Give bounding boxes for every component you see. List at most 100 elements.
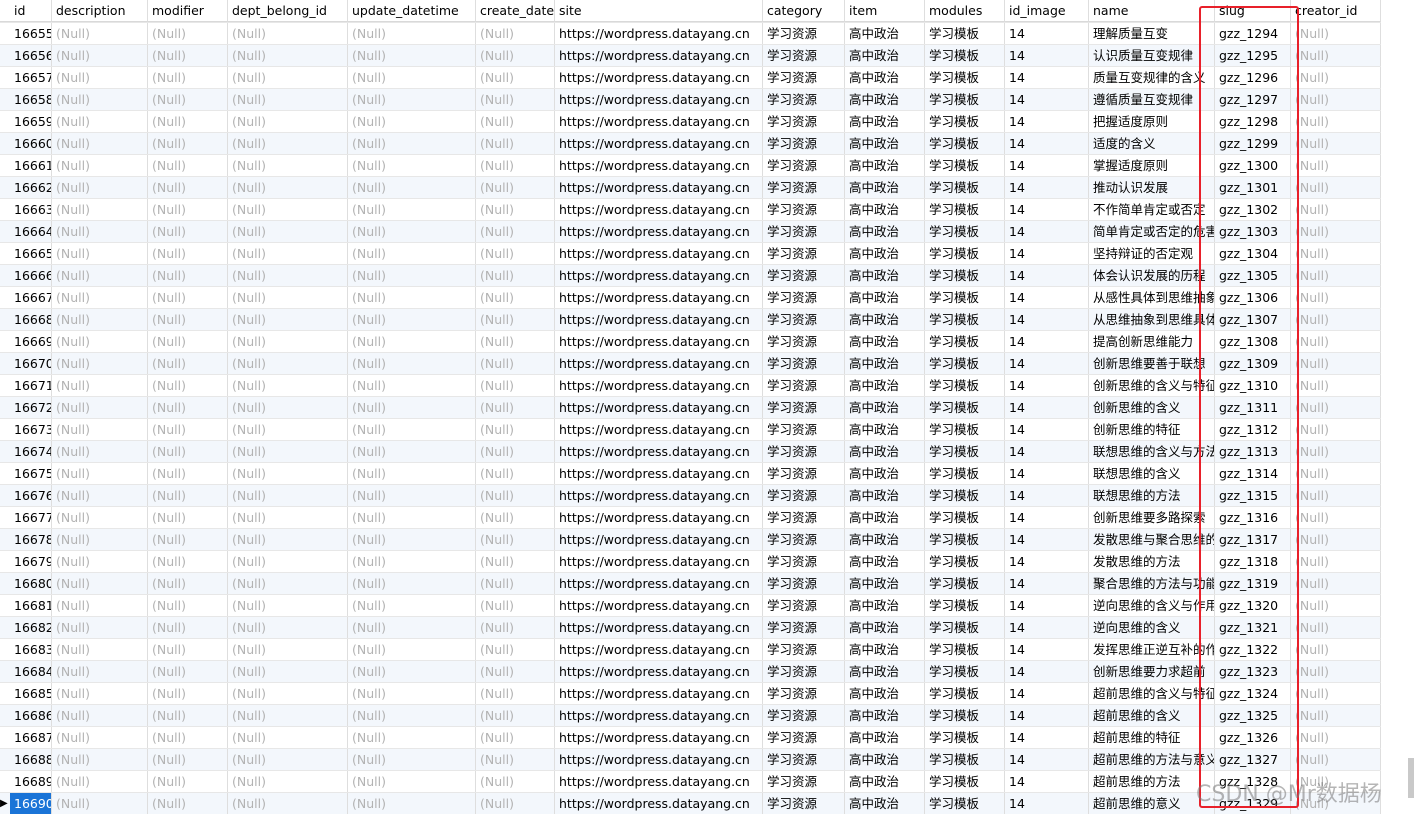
row-indicator[interactable] [0,45,10,66]
cell-item[interactable]: 高中政治 [845,661,925,682]
cell-modules[interactable]: 学习模板 [925,595,1005,616]
cell-id[interactable]: 16662 [10,177,52,198]
col-header-creator-id[interactable]: creator_id [1291,0,1381,22]
row-indicator[interactable] [0,111,10,132]
cell-category[interactable]: 学习资源 [763,331,845,352]
cell-id[interactable]: 16689 [10,771,52,792]
cell-category[interactable]: 学习资源 [763,661,845,682]
cell-name[interactable]: 超前思维的意义 [1089,793,1215,814]
cell-description[interactable]: (Null) [52,639,148,660]
cell-id-image[interactable]: 14 [1005,463,1089,484]
cell-category[interactable]: 学习资源 [763,441,845,462]
cell-name[interactable]: 简单肯定或否定的危害 [1089,221,1215,242]
cell-name[interactable]: 适度的含义 [1089,133,1215,154]
cell-update-datetime[interactable]: (Null) [348,23,476,44]
col-header-update-datetime[interactable]: update_datetime [348,0,476,22]
table-row[interactable]: 16662 (Null) (Null) (Null) (Null) (Null) https… [0,176,1381,198]
cell-name[interactable]: 遵循质量互变规律 [1089,89,1215,110]
table-row[interactable]: 16657 (Null) (Null) (Null) (Null) (Null) https… [0,66,1381,88]
cell-slug[interactable]: gzz_1295 [1215,45,1291,66]
cell-name[interactable]: 联想思维的含义与方法 [1089,441,1215,462]
table-row[interactable]: 16677 (Null) (Null) (Null) (Null) (Null) https… [0,506,1381,528]
cell-description[interactable]: (Null) [52,67,148,88]
cell-modifier[interactable]: (Null) [148,133,228,154]
cell-description[interactable]: (Null) [52,353,148,374]
cell-create-datetime[interactable]: (Null) [476,397,555,418]
cell-description[interactable]: (Null) [52,507,148,528]
cell-site[interactable]: https://wordpress.datayang.cn [555,551,763,572]
row-indicator[interactable] [0,221,10,242]
table-row[interactable]: 16672 (Null) (Null) (Null) (Null) (Null) https… [0,396,1381,418]
cell-description[interactable]: (Null) [52,595,148,616]
cell-site[interactable]: https://wordpress.datayang.cn [555,111,763,132]
cell-slug[interactable]: gzz_1329 [1215,793,1291,814]
cell-slug[interactable]: gzz_1302 [1215,199,1291,220]
cell-dept-belong-id[interactable]: (Null) [228,683,348,704]
cell-create-datetime[interactable]: (Null) [476,617,555,638]
cell-id[interactable]: 16660 [10,133,52,154]
cell-description[interactable]: (Null) [52,705,148,726]
cell-modifier[interactable]: (Null) [148,463,228,484]
cell-id[interactable]: 16674 [10,441,52,462]
cell-creator-id[interactable]: (Null) [1291,441,1381,462]
cell-id-image[interactable]: 14 [1005,155,1089,176]
cell-site[interactable]: https://wordpress.datayang.cn [555,133,763,154]
cell-modifier[interactable]: (Null) [148,265,228,286]
cell-creator-id[interactable]: (Null) [1291,485,1381,506]
cell-update-datetime[interactable]: (Null) [348,661,476,682]
cell-dept-belong-id[interactable]: (Null) [228,177,348,198]
table-row[interactable]: 16659 (Null) (Null) (Null) (Null) (Null) https… [0,110,1381,132]
cell-modules[interactable]: 学习模板 [925,331,1005,352]
cell-update-datetime[interactable]: (Null) [348,353,476,374]
cell-slug[interactable]: gzz_1316 [1215,507,1291,528]
cell-description[interactable]: (Null) [52,397,148,418]
cell-creator-id[interactable]: (Null) [1291,309,1381,330]
cell-id-image[interactable]: 14 [1005,529,1089,550]
cell-description[interactable]: (Null) [52,265,148,286]
cell-update-datetime[interactable]: (Null) [348,265,476,286]
cell-slug[interactable]: gzz_1323 [1215,661,1291,682]
cell-description[interactable]: (Null) [52,243,148,264]
cell-description[interactable]: (Null) [52,287,148,308]
cell-slug[interactable]: gzz_1319 [1215,573,1291,594]
cell-slug[interactable]: gzz_1304 [1215,243,1291,264]
cell-create-datetime[interactable]: (Null) [476,705,555,726]
cell-modifier[interactable]: (Null) [148,111,228,132]
table-row[interactable]: 16671 (Null) (Null) (Null) (Null) (Null) https… [0,374,1381,396]
cell-modifier[interactable]: (Null) [148,199,228,220]
cell-site[interactable]: https://wordpress.datayang.cn [555,749,763,770]
cell-item[interactable]: 高中政治 [845,111,925,132]
row-indicator[interactable] [0,661,10,682]
cell-category[interactable]: 学习资源 [763,265,845,286]
cell-dept-belong-id[interactable]: (Null) [228,397,348,418]
cell-modifier[interactable]: (Null) [148,661,228,682]
cell-slug[interactable]: gzz_1301 [1215,177,1291,198]
cell-description[interactable]: (Null) [52,89,148,110]
table-row[interactable]: 16686 (Null) (Null) (Null) (Null) (Null) https… [0,704,1381,726]
cell-site[interactable]: https://wordpress.datayang.cn [555,199,763,220]
table-row[interactable]: ▶ 16690 (Null) (Null) (Null) (Null) (Null) http… [0,792,1381,814]
cell-site[interactable]: https://wordpress.datayang.cn [555,67,763,88]
cell-slug[interactable]: gzz_1321 [1215,617,1291,638]
row-indicator[interactable] [0,133,10,154]
cell-creator-id[interactable]: (Null) [1291,683,1381,704]
cell-name[interactable]: 联想思维的含义 [1089,463,1215,484]
cell-dept-belong-id[interactable]: (Null) [228,375,348,396]
table-row[interactable]: 16689 (Null) (Null) (Null) (Null) (Null) https… [0,770,1381,792]
cell-name[interactable]: 坚持辩证的否定观 [1089,243,1215,264]
cell-site[interactable]: https://wordpress.datayang.cn [555,507,763,528]
current-row-pointer-icon[interactable]: ▶ [0,793,10,814]
cell-modules[interactable]: 学习模板 [925,89,1005,110]
cell-modules[interactable]: 学习模板 [925,573,1005,594]
cell-modules[interactable]: 学习模板 [925,419,1005,440]
cell-slug[interactable]: gzz_1325 [1215,705,1291,726]
cell-create-datetime[interactable]: (Null) [476,661,555,682]
cell-modules[interactable]: 学习模板 [925,155,1005,176]
cell-update-datetime[interactable]: (Null) [348,705,476,726]
cell-item[interactable]: 高中政治 [845,353,925,374]
cell-category[interactable]: 学习资源 [763,287,845,308]
cell-dept-belong-id[interactable]: (Null) [228,265,348,286]
cell-item[interactable]: 高中政治 [845,331,925,352]
cell-id-image[interactable]: 14 [1005,397,1089,418]
table-row[interactable]: 16687 (Null) (Null) (Null) (Null) (Null) https… [0,726,1381,748]
